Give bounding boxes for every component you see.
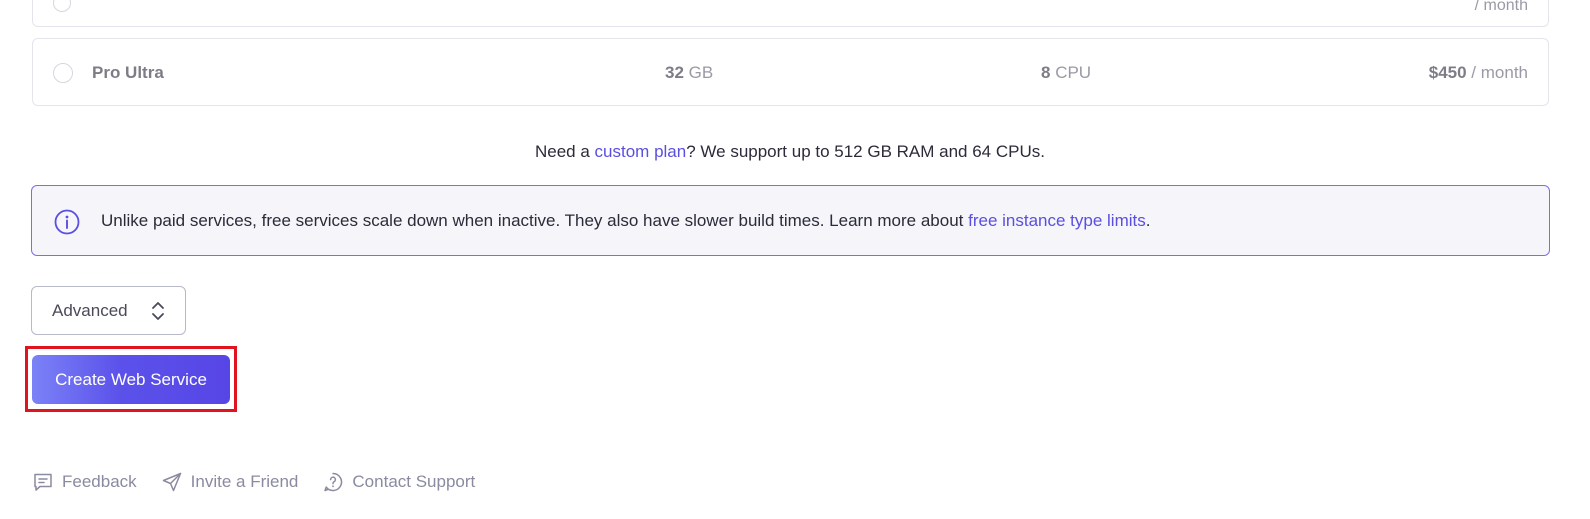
plan-ram: 32 GB	[665, 63, 713, 83]
free-instance-limits-link[interactable]: free instance type limits	[968, 211, 1146, 230]
custom-plan-suffix: ? We support up to 512 GB RAM and 64 CPU…	[686, 142, 1045, 161]
custom-plan-prefix: Need a	[535, 142, 595, 161]
create-web-service-button[interactable]: Create Web Service	[32, 355, 230, 404]
send-icon	[162, 472, 181, 492]
footer-invite-link[interactable]: Invite a Friend	[161, 471, 299, 493]
footer-links: Feedback Invite a Friend Contact Support	[32, 471, 499, 493]
advanced-toggle-button[interactable]: Advanced	[31, 286, 186, 335]
plan-cpu-unit: CPU	[1050, 63, 1092, 82]
plan-name: Pro Ultra	[92, 63, 164, 82]
plan-ram-unit: GB	[683, 63, 714, 82]
plan-radio[interactable]	[53, 0, 71, 12]
info-message: Unlike paid services, free services scal…	[101, 211, 969, 230]
page: / month Pro Ultra 32 GB 8 CPU $450 / mon…	[0, 0, 1590, 519]
plan-card-pro-ultra[interactable]: Pro Ultra 32 GB 8 CPU $450 / month	[32, 38, 1549, 106]
footer-feedback-link[interactable]: Feedback	[32, 471, 137, 493]
custom-plan-note: Need a custom plan? We support up to 512…	[0, 142, 1580, 162]
plan-card-previous[interactable]: / month	[32, 0, 1549, 27]
help-icon	[324, 472, 343, 492]
feedback-icon	[34, 473, 52, 491]
custom-plan-link[interactable]: custom plan	[595, 142, 687, 161]
info-end: .	[1145, 211, 1151, 230]
footer-invite-label: Invite a Friend	[190, 472, 299, 491]
footer-support-link[interactable]: Contact Support	[322, 471, 475, 493]
plan-radio[interactable]	[53, 63, 73, 83]
plan-price: / month	[1474, 0, 1528, 14]
info-text: Unlike paid services, free services scal…	[101, 211, 1150, 231]
plan-ram-value: 32	[665, 63, 684, 82]
plan-price-value: $450	[1428, 63, 1467, 82]
footer-support-label: Contact Support	[352, 472, 476, 491]
advanced-label: Advanced	[52, 300, 128, 320]
plan-price-unit: / month	[1466, 63, 1528, 82]
info-circle-icon	[54, 209, 80, 235]
plan-cpu: 8 CPU	[1041, 63, 1091, 83]
chevron-up-down-icon	[152, 302, 164, 320]
free-instance-info-callout: Unlike paid services, free services scal…	[31, 185, 1550, 256]
plan-price: $450 / month	[1429, 63, 1528, 83]
footer-feedback-label: Feedback	[62, 472, 137, 491]
